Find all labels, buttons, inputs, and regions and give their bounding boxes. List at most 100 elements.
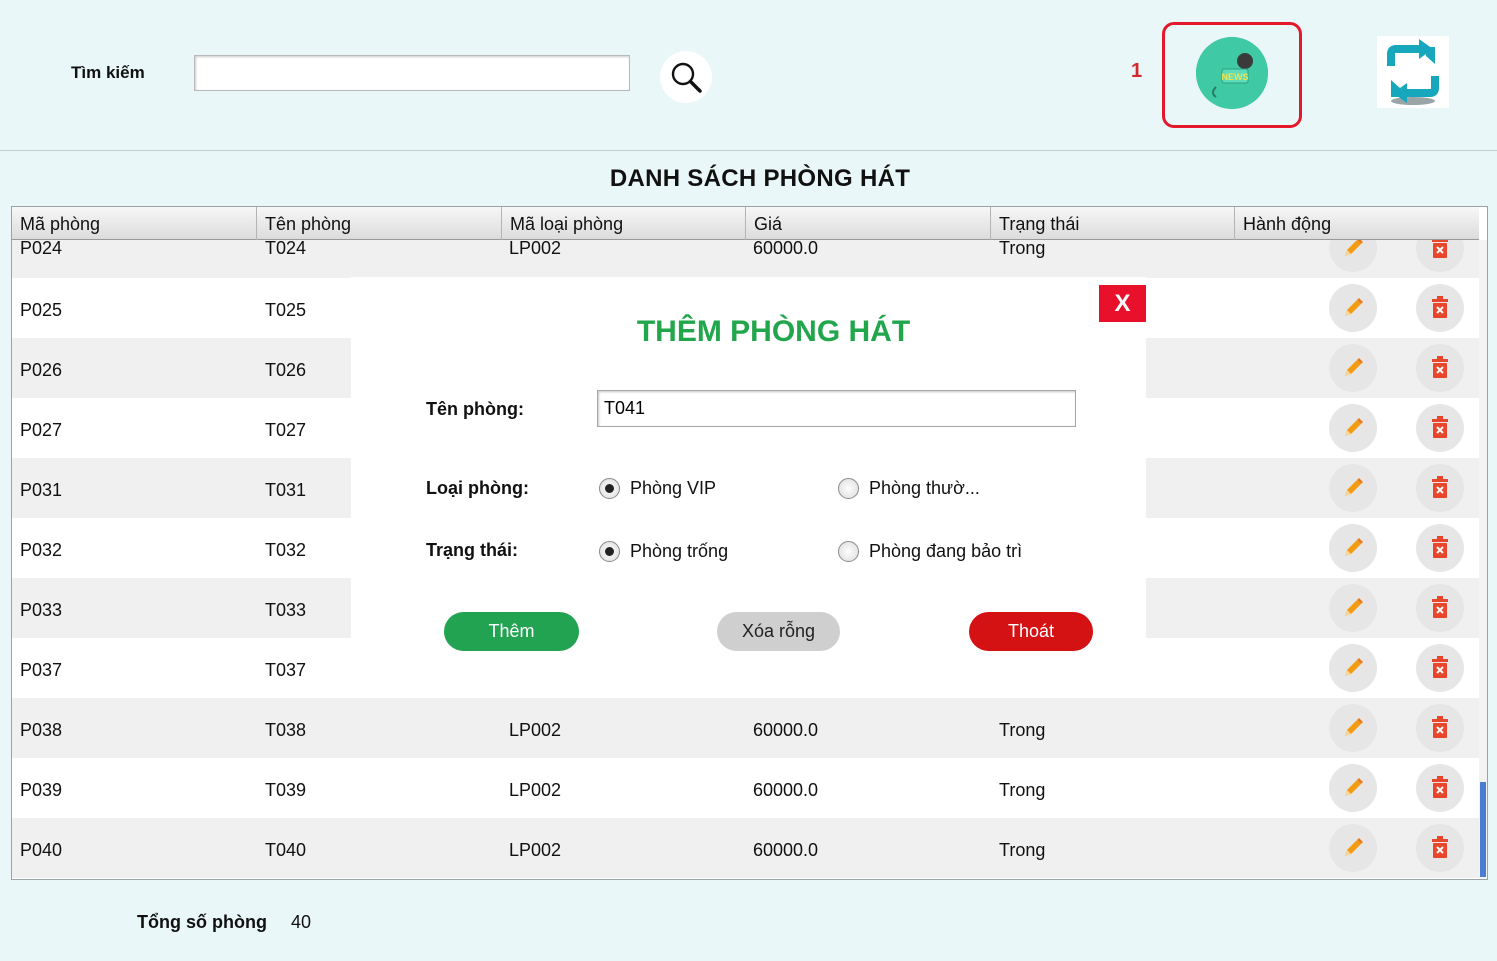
trash-icon <box>1432 716 1448 738</box>
edit-button[interactable] <box>1329 524 1377 572</box>
radio-status-maintenance-label[interactable]: Phòng đang bảo trì <box>869 541 1022 562</box>
cell-room-code: P039 <box>20 780 63 800</box>
radio-status-empty[interactable] <box>599 541 620 562</box>
cell-room-code: P025 <box>20 300 63 320</box>
trash-icon <box>1432 476 1448 498</box>
header-room-code[interactable]: Mã phòng <box>12 207 257 240</box>
radio-room-vip[interactable] <box>599 478 620 499</box>
table-scrollbar[interactable] <box>1479 240 1487 879</box>
edit-button[interactable] <box>1329 584 1377 632</box>
pencil-icon <box>1345 358 1363 376</box>
cell-room-type-code: LP002 <box>509 840 562 860</box>
edit-button[interactable] <box>1329 284 1377 332</box>
status-label: Trạng thái: <box>426 540 519 560</box>
delete-button[interactable] <box>1416 284 1464 332</box>
table-row[interactable]: P038 T038 LP002 60000.0 Trong <box>12 698 1479 758</box>
pencil-icon <box>1345 418 1363 436</box>
add-button[interactable]: Thêm <box>444 612 579 651</box>
cell-room-code: P027 <box>20 420 63 440</box>
cell-status: Trong <box>999 840 1046 860</box>
cell-room-code: P040 <box>20 840 63 860</box>
delete-button[interactable] <box>1416 524 1464 572</box>
cell-room-name: T039 <box>265 780 307 800</box>
radio-room-normal[interactable] <box>838 478 859 499</box>
delete-button[interactable] <box>1416 644 1464 692</box>
delete-button[interactable] <box>1416 344 1464 392</box>
room-type-label: Loại phòng: <box>426 478 529 498</box>
refresh-icon <box>1387 39 1439 105</box>
refresh-button[interactable] <box>1377 36 1449 108</box>
cell-room-type-code: LP002 <box>509 720 562 740</box>
cell-room-name: T026 <box>265 360 307 380</box>
trash-icon <box>1432 356 1448 378</box>
edit-button[interactable] <box>1329 644 1377 692</box>
room-name-label: Tên phòng: <box>426 399 524 419</box>
search-label: Tìm kiếm <box>71 63 145 82</box>
cell-room-code: P024 <box>20 238 63 258</box>
news-icon-text: NEWS <box>1222 72 1249 82</box>
delete-button[interactable] <box>1416 404 1464 452</box>
trash-icon <box>1432 416 1448 438</box>
annotation-number: 1 <box>1131 60 1143 82</box>
room-name-input[interactable] <box>597 390 1076 427</box>
cell-price: 60000.0 <box>753 780 819 800</box>
cell-room-name: T025 <box>265 300 307 320</box>
header-room-name[interactable]: Tên phòng <box>257 207 502 240</box>
cell-room-type-code: LP002 <box>509 238 562 258</box>
edit-button[interactable] <box>1329 464 1377 512</box>
header-room-type-code[interactable]: Mã loại phòng <box>502 207 746 240</box>
cell-room-code: P038 <box>20 720 63 740</box>
exit-button[interactable]: Thoát <box>969 612 1093 651</box>
search-button[interactable] <box>660 51 712 103</box>
list-title: DANH SÁCH PHÒNG HÁT <box>609 165 911 192</box>
pencil-icon <box>1345 598 1363 616</box>
cell-room-code: P033 <box>20 600 63 620</box>
cell-room-code: P031 <box>20 480 63 500</box>
cell-room-code: P032 <box>20 540 63 560</box>
edit-button[interactable] <box>1329 704 1377 752</box>
cell-status: Trong <box>999 720 1046 740</box>
delete-button[interactable] <box>1416 764 1464 812</box>
pencil-icon <box>1345 658 1363 676</box>
trash-icon <box>1432 296 1448 318</box>
cell-room-name: T024 <box>265 238 307 258</box>
total-rooms-label: Tổng số phòng <box>137 912 267 932</box>
pencil-icon <box>1345 778 1363 796</box>
edit-button[interactable] <box>1329 764 1377 812</box>
top-bar: Tìm kiếm 1 NEWS <box>0 0 1497 150</box>
pencil-icon <box>1345 718 1363 736</box>
cell-room-type-code: LP002 <box>509 780 562 800</box>
delete-button[interactable] <box>1416 464 1464 512</box>
pencil-icon <box>1345 538 1363 556</box>
header-divider <box>0 150 1497 151</box>
table-row[interactable]: P039 T039 LP002 60000.0 Trong <box>12 758 1479 818</box>
radio-status-maintenance[interactable] <box>838 541 859 562</box>
edit-button[interactable] <box>1329 404 1377 452</box>
trash-icon <box>1432 596 1448 618</box>
cell-room-name: T033 <box>265 600 307 620</box>
edit-button[interactable] <box>1329 824 1377 872</box>
delete-button[interactable] <box>1416 704 1464 752</box>
header-status[interactable]: Trạng thái <box>991 207 1235 240</box>
cell-room-name: T032 <box>265 540 307 560</box>
delete-button[interactable] <box>1416 824 1464 872</box>
cell-room-name: T038 <box>265 720 307 740</box>
clear-button[interactable]: Xóa rỗng <box>717 612 840 651</box>
cell-room-name: T037 <box>265 660 307 680</box>
radio-room-normal-label[interactable]: Phòng thườ... <box>869 478 980 499</box>
dialog-title: THÊM PHÒNG HÁT <box>636 315 911 348</box>
delete-button[interactable] <box>1416 584 1464 632</box>
header-price[interactable]: Giá <box>746 207 991 240</box>
header-actions[interactable]: Hành động <box>1235 207 1479 240</box>
table-header: Mã phòng Tên phòng Mã loại phòng Giá Trạ… <box>12 207 1479 240</box>
edit-button[interactable] <box>1329 344 1377 392</box>
search-input[interactable] <box>194 55 630 91</box>
cell-price: 60000.0 <box>753 238 819 258</box>
news-button[interactable]: NEWS <box>1196 37 1268 109</box>
scroll-thumb[interactable] <box>1480 782 1486 877</box>
cell-price: 60000.0 <box>753 840 819 860</box>
radio-room-vip-label[interactable]: Phòng VIP <box>630 478 716 499</box>
magnifier-icon <box>671 62 702 93</box>
radio-status-empty-label[interactable]: Phòng trống <box>630 541 728 562</box>
table-row[interactable]: P040 T040 LP002 60000.0 Trong <box>12 818 1479 878</box>
